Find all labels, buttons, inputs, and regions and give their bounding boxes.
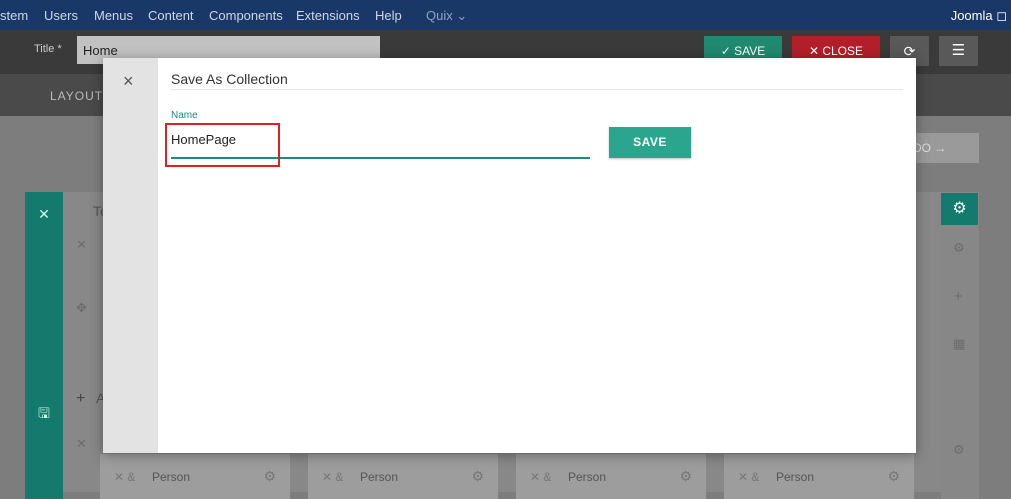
card-settings-icon[interactable]: ⚙ <box>679 468 692 485</box>
row-close-icon-2[interactable]: ✕ <box>76 436 87 452</box>
add-element-icon[interactable]: + <box>954 288 963 305</box>
menu-extensions[interactable]: Extensions <box>296 8 360 23</box>
name-field-label: Name <box>171 110 198 121</box>
close-section-icon[interactable]: ✕ <box>25 206 63 223</box>
dialog-title: Save As Collection <box>171 71 288 87</box>
add-row-icon[interactable]: + <box>76 390 85 408</box>
right-tool-column: ⚙ + ▦ ⚙ <box>941 192 979 499</box>
person-card-2[interactable]: ✕ & Person ⚙ <box>308 454 498 499</box>
top-menubar: stem Users Menus Content Components Exte… <box>0 0 1011 30</box>
collection-name-input[interactable] <box>171 127 590 159</box>
menu-help[interactable]: Help <box>375 8 402 23</box>
person-card-label: Person <box>568 470 607 484</box>
person-card-4[interactable]: ✕ & Person ⚙ <box>724 454 914 499</box>
close-icon[interactable]: × <box>123 72 134 90</box>
dialog-divider <box>171 89 903 90</box>
menu-quix[interactable]: Quix ⌄ <box>426 8 467 24</box>
remove-icon[interactable]: ✕ & <box>738 470 759 484</box>
dialog-side-strip: × <box>103 58 158 453</box>
person-card-label: Person <box>776 470 815 484</box>
element-settings-icon[interactable]: ⚙ <box>953 442 965 458</box>
move-handle-icon[interactable]: ✥ <box>76 300 87 316</box>
save-as-collection-dialog: × Save As Collection Name SAVE <box>103 58 916 453</box>
save-section-icon[interactable]: 🖫 <box>25 403 63 427</box>
menu-components[interactable]: Components <box>209 8 283 23</box>
card-settings-icon[interactable]: ⚙ <box>263 468 276 485</box>
remove-icon[interactable]: ✕ & <box>114 470 135 484</box>
joomla-brand[interactable]: Joomla ◻ <box>951 8 1007 24</box>
redo-button[interactable]: DO → <box>909 133 979 163</box>
card-settings-icon[interactable]: ⚙ <box>887 468 900 485</box>
menu-users[interactable]: Users <box>44 8 78 23</box>
title-label: Title * <box>34 43 62 55</box>
person-card-label: Person <box>360 470 399 484</box>
column-settings-icon[interactable]: ⚙ <box>953 240 965 256</box>
person-card-label: Person <box>152 470 191 484</box>
tab-layout[interactable]: LAYOUT <box>50 89 103 103</box>
row-close-icon[interactable]: ✕ <box>76 237 87 253</box>
save-collection-button[interactable]: SAVE <box>609 127 691 158</box>
section-sidebar: ✕ 🖫 <box>25 192 63 499</box>
remove-icon[interactable]: ✕ & <box>530 470 551 484</box>
menu-system[interactable]: stem <box>0 8 28 23</box>
hamburger-menu-icon[interactable]: ☰ <box>939 36 978 66</box>
grid-icon[interactable]: ▦ <box>953 336 965 352</box>
menu-menus[interactable]: Menus <box>94 8 133 23</box>
person-card-1[interactable]: ✕ & Person ⚙ <box>100 454 290 499</box>
section-settings-icon[interactable]: ⚙ <box>941 193 978 225</box>
remove-icon[interactable]: ✕ & <box>322 470 343 484</box>
person-card-3[interactable]: ✕ & Person ⚙ <box>516 454 706 499</box>
menu-content[interactable]: Content <box>148 8 194 23</box>
card-settings-icon[interactable]: ⚙ <box>471 468 484 485</box>
